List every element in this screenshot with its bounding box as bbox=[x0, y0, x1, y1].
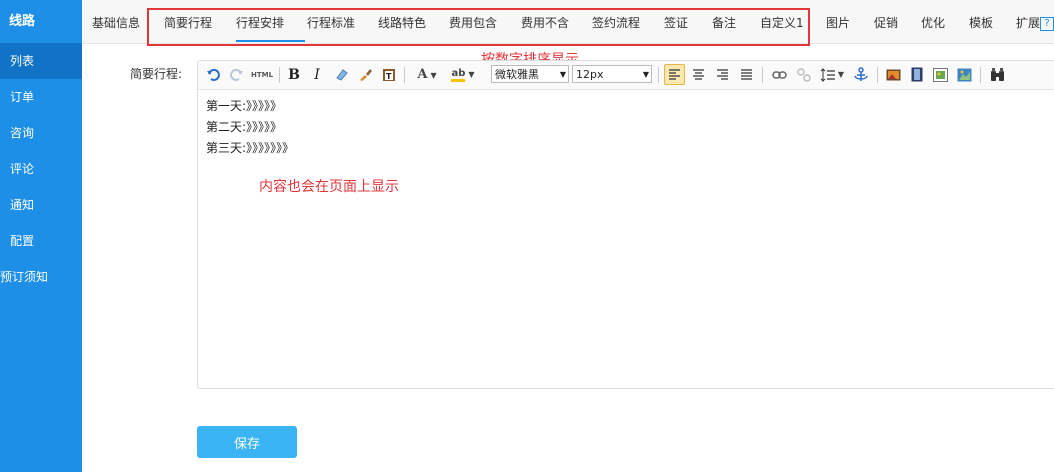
map-icon[interactable] bbox=[955, 64, 974, 85]
tab-basic-info[interactable]: 基础信息 bbox=[92, 0, 140, 43]
tab-extend[interactable]: 扩展? bbox=[1016, 0, 1054, 43]
content-line: 第二天:》》》》》 bbox=[206, 120, 283, 134]
font-size-select[interactable]: 12px ▼ bbox=[572, 65, 652, 83]
italic-icon[interactable]: I bbox=[309, 64, 325, 85]
tab-promotion[interactable]: 促销 bbox=[874, 0, 898, 43]
line-height-icon[interactable]: ▼ bbox=[818, 64, 846, 85]
sidebar-item-config[interactable]: 配置 bbox=[0, 223, 82, 259]
toolbar-separator bbox=[877, 67, 878, 83]
format-brush-icon[interactable] bbox=[356, 64, 374, 85]
align-left-icon[interactable] bbox=[664, 64, 685, 85]
justify-icon[interactable] bbox=[737, 64, 756, 85]
sidebar-item-comments[interactable]: 评论 bbox=[0, 151, 82, 187]
editor-content[interactable]: 第一天:》》》》》 第二天:》》》》》 第三天:》》》》》》》 bbox=[198, 90, 1054, 165]
paste-text-icon[interactable]: T bbox=[380, 64, 398, 85]
sidebar-item-orders[interactable]: 订单 bbox=[0, 79, 82, 115]
rich-text-editor: HTML B I T A ▼ ab ▼ 微软雅黑 ▼ 12px ▼ ▼ 第一天:… bbox=[197, 60, 1054, 389]
chevron-down-icon: ▼ bbox=[642, 70, 649, 79]
chevron-down-icon: ▼ bbox=[559, 70, 566, 79]
brief-itinerary-label: 简要行程: bbox=[130, 67, 183, 81]
sidebar-item-booking-notes[interactable]: 预订须知 bbox=[0, 259, 82, 295]
align-right-icon[interactable] bbox=[713, 64, 732, 85]
bold-icon[interactable]: B bbox=[286, 64, 302, 85]
font-family-value: 微软雅黑 bbox=[495, 68, 539, 81]
tab-optimize[interactable]: 优化 bbox=[921, 0, 945, 43]
eraser-icon[interactable] bbox=[332, 64, 350, 85]
toolbar-separator bbox=[980, 67, 981, 83]
html-source-icon[interactable]: HTML bbox=[251, 64, 273, 85]
editor-toolbar: HTML B I T A ▼ ab ▼ 微软雅黑 ▼ 12px ▼ ▼ bbox=[198, 61, 1054, 90]
align-center-icon[interactable] bbox=[689, 64, 708, 85]
font-size-value: 12px bbox=[576, 68, 604, 81]
sidebar-title: 线路 bbox=[9, 14, 36, 29]
image-icon[interactable] bbox=[884, 64, 903, 85]
content-line: 第三天:》》》》》》》 bbox=[206, 141, 295, 155]
toolbar-separator bbox=[658, 67, 659, 83]
video-icon[interactable] bbox=[907, 64, 926, 85]
save-button[interactable]: 保存 bbox=[197, 426, 297, 458]
unlink-icon[interactable] bbox=[794, 64, 813, 85]
anchor-icon[interactable] bbox=[852, 64, 870, 85]
content-line: 第一天:》》》》》 bbox=[206, 99, 283, 113]
toolbar-separator bbox=[404, 67, 405, 83]
undo-icon[interactable] bbox=[204, 64, 222, 85]
toolbar-separator bbox=[279, 67, 280, 83]
link-icon[interactable] bbox=[770, 64, 789, 85]
help-icon[interactable]: ? bbox=[1040, 16, 1054, 31]
gallery-icon[interactable] bbox=[931, 64, 950, 85]
sidebar-item-notices[interactable]: 通知 bbox=[0, 187, 82, 223]
annotation-content-note: 内容也会在页面上显示 bbox=[259, 179, 399, 195]
svg-text:T: T bbox=[386, 72, 392, 81]
tab-template[interactable]: 模板 bbox=[969, 0, 993, 43]
font-family-select[interactable]: 微软雅黑 ▼ bbox=[491, 65, 569, 83]
toolbar-separator bbox=[762, 67, 763, 83]
highlight-color-icon[interactable]: ab ▼ bbox=[448, 64, 478, 85]
tab-images[interactable]: 图片 bbox=[826, 0, 850, 43]
sidebar: 线路 列表 订单 咨询 评论 通知 配置 预订须知 bbox=[0, 0, 82, 472]
sidebar-item-list[interactable]: 列表 bbox=[0, 43, 82, 79]
sidebar-item-inquiries[interactable]: 咨询 bbox=[0, 115, 82, 151]
binoculars-icon[interactable] bbox=[988, 64, 1007, 85]
annotation-highlight-box bbox=[147, 8, 810, 46]
redo-icon[interactable] bbox=[228, 64, 246, 85]
font-color-icon[interactable]: A ▼ bbox=[414, 64, 440, 85]
tab-extend-label: 扩展 bbox=[1016, 16, 1041, 30]
